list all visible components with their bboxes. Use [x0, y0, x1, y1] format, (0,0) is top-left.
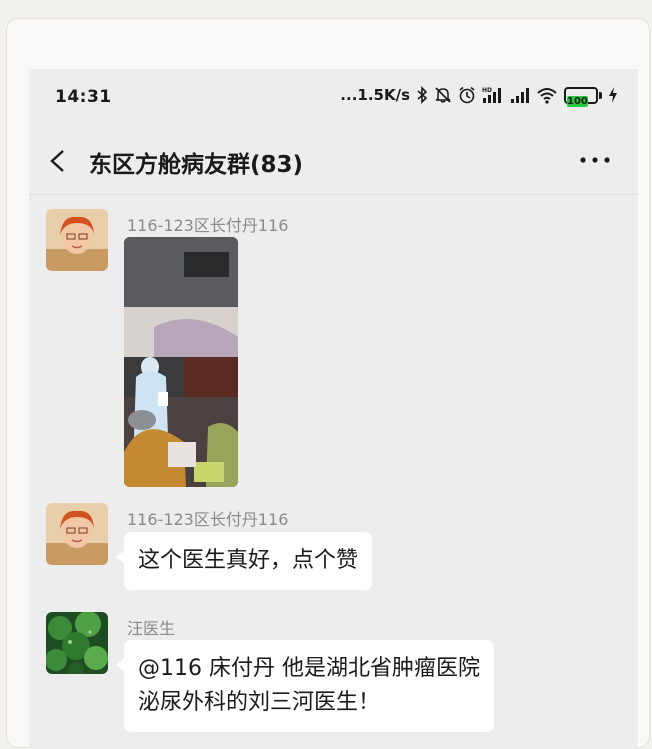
charging-icon: [608, 86, 618, 104]
sender-name: 汪医生: [127, 619, 176, 638]
network-speed: ...1.5K/s: [340, 86, 410, 104]
wechat-chat-screen: 14:31 ...1.5K/s HD 100 东区方舱病友群(83) 116-1…: [29, 69, 638, 749]
doctor-in-protective-suit-photo[interactable]: [124, 237, 238, 487]
avatar[interactable]: [46, 209, 108, 271]
message-text-line: 泌尿外科的刘三河医生！: [138, 690, 381, 715]
status-icons: ...1.5K/s HD 100: [340, 86, 618, 107]
message-bubble[interactable]: @116 床付丹 他是湖北省肿瘤医院 泌尿外科的刘三河医生！: [116, 640, 494, 732]
battery-level: 100: [567, 95, 588, 107]
message-text-line: @116 床付丹 他是湖北省肿瘤医院: [138, 656, 480, 681]
chat-header: 东区方舱病友群(83): [29, 127, 638, 195]
battery-icon: 100: [564, 86, 602, 107]
message-bubble[interactable]: 这个医生真好，点个赞: [115, 532, 373, 590]
avatar[interactable]: [46, 503, 108, 565]
screenshot-frame: 14:31 ...1.5K/s HD 100 东区方舱病友群(83) 116-1…: [6, 18, 650, 749]
status-bar: 14:31 ...1.5K/s HD 100: [29, 69, 638, 127]
message-text: 这个医生真好，点个赞: [138, 548, 359, 573]
alarm-icon: [458, 86, 476, 104]
svg-text:HD: HD: [482, 87, 492, 94]
signal-icon: [510, 86, 530, 104]
status-time: 14:31: [55, 87, 112, 107]
sender-name: 116-123区长付丹116: [127, 216, 289, 235]
bluetooth-icon: [416, 86, 428, 104]
wifi-icon: [536, 86, 558, 104]
sender-name: 116-123区长付丹116: [127, 510, 289, 529]
chat-title: 东区方舱病友群(83): [89, 152, 304, 178]
avatar[interactable]: [46, 612, 108, 674]
hd-signal-icon: HD: [482, 86, 504, 104]
more-dots-icon[interactable]: [578, 147, 612, 173]
chevron-left-icon[interactable]: [47, 149, 69, 173]
mute-icon: [434, 86, 452, 104]
